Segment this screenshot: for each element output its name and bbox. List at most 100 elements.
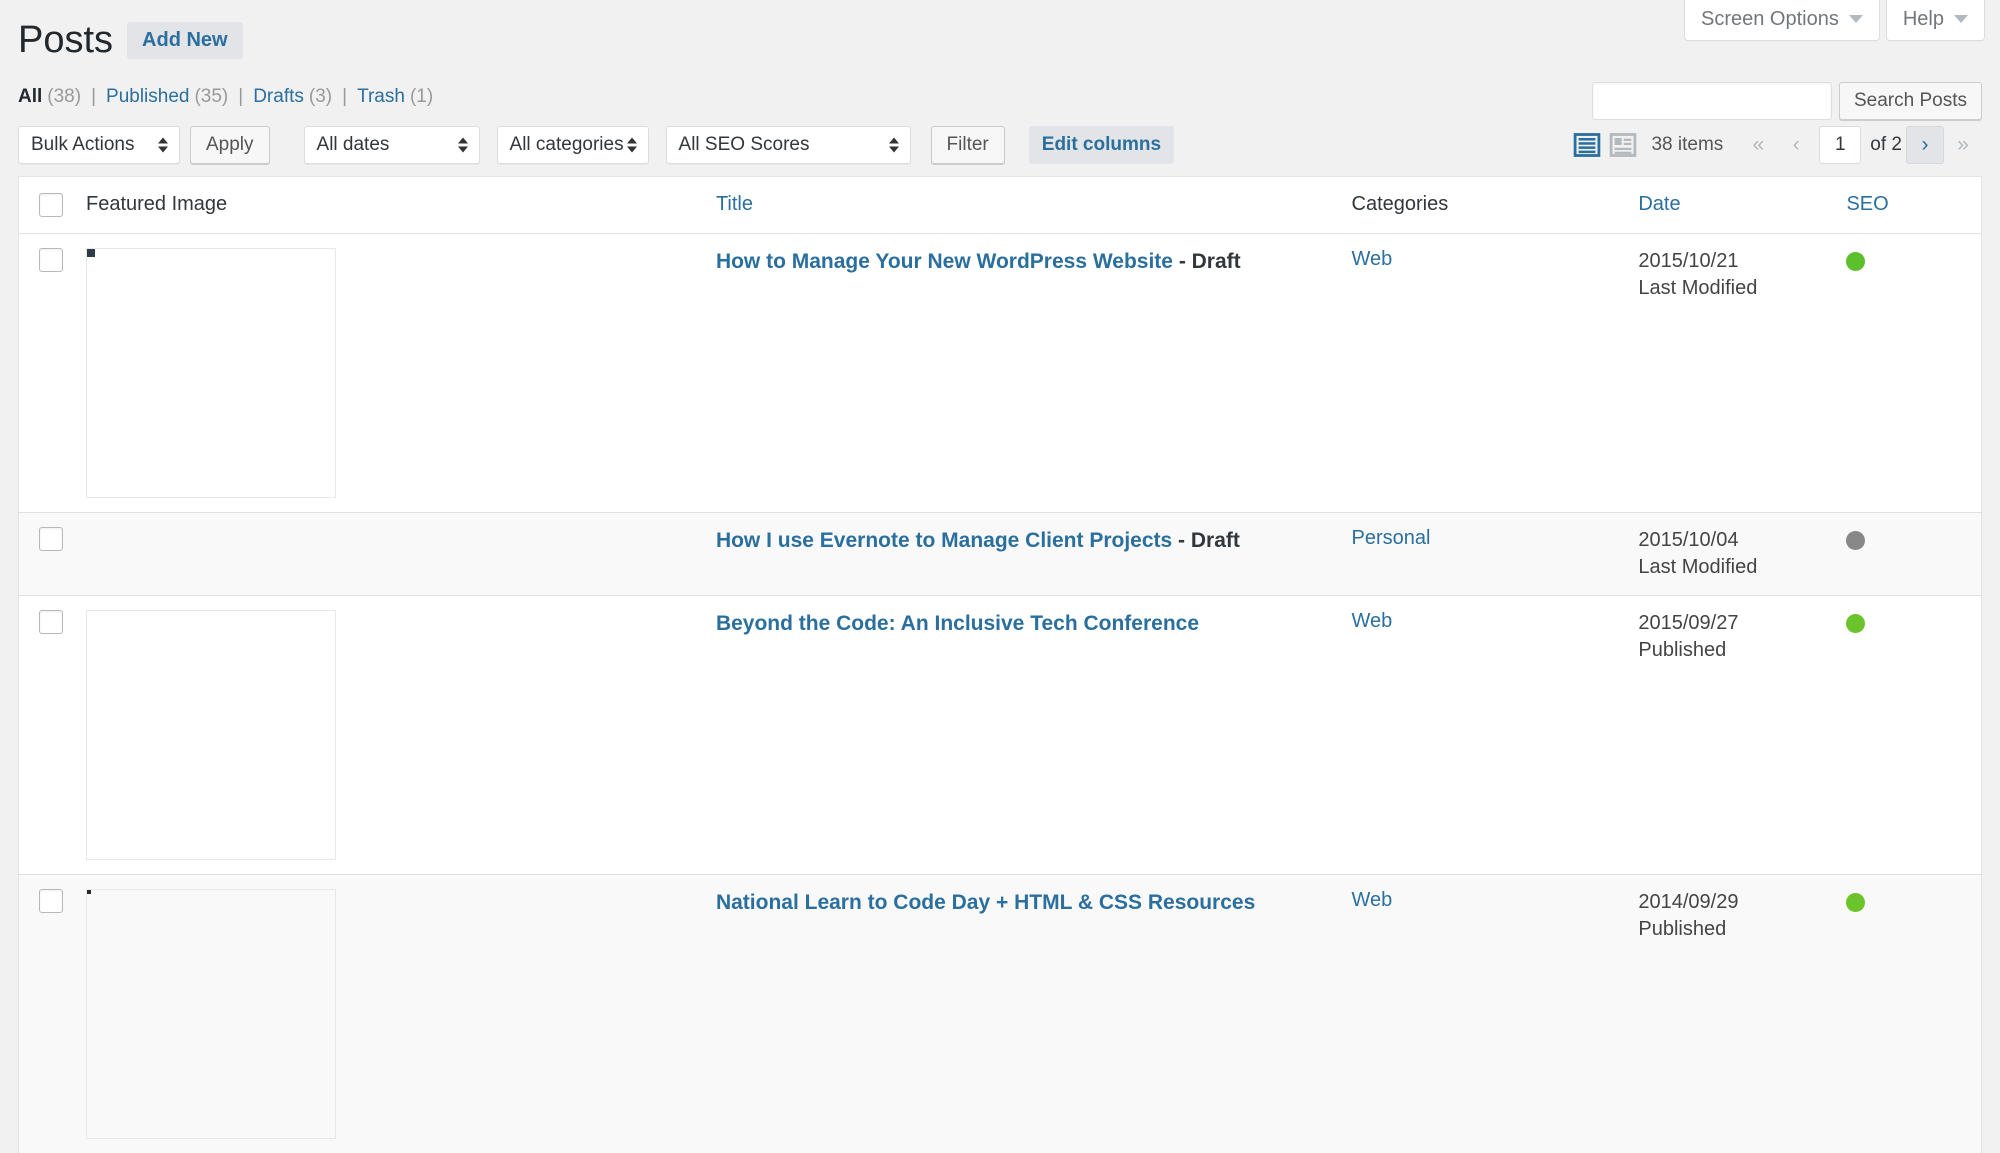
column-categories: Categories [1351, 176, 1639, 234]
date-filter-select[interactable]: All dates [303, 125, 480, 164]
post-status-suffix: - Draft [1172, 249, 1241, 273]
category-filter-value: All categories [509, 133, 624, 155]
filter-button[interactable]: Filter [930, 125, 1005, 164]
table-header-row: Featured Image Title Categories Date SEO [18, 176, 1982, 234]
row-checkbox[interactable] [39, 247, 63, 272]
seo-status-badge[interactable] [1846, 530, 1866, 550]
screen-meta-links: Screen Options Help [1684, 0, 1985, 41]
row-seo-cell [1846, 873, 1982, 1153]
add-new-button[interactable]: Add New [127, 22, 243, 60]
row-featured-image-cell [85, 511, 716, 596]
first-page-button: « [1752, 132, 1765, 156]
paging-input: of 2 [1819, 125, 1902, 164]
status-filter-drafts-label[interactable]: Drafts [253, 86, 304, 107]
table-body: How to Manage Your New WordPress Website… [18, 233, 1982, 1153]
post-date-status: Published [1638, 638, 1727, 661]
search-box: Search Posts [1592, 82, 1982, 120]
row-date-cell: 2015/09/27 Published [1638, 594, 1847, 875]
row-categories-cell: Web [1351, 594, 1639, 875]
row-checkbox[interactable] [39, 888, 63, 913]
select-arrows-icon [888, 137, 899, 153]
seo-status-badge[interactable] [1846, 613, 1866, 633]
post-date-status: Last Modified [1638, 276, 1758, 299]
seo-score-filter-value: All SEO Scores [678, 133, 810, 155]
select-all-checkbox[interactable] [39, 192, 63, 217]
bulk-actions-select[interactable]: Bulk Actions [18, 125, 180, 164]
canal-locks-landscape-thumbnail[interactable] [85, 609, 336, 860]
current-page-input[interactable] [1819, 125, 1862, 164]
sort-by-title-link[interactable]: Title [716, 193, 753, 215]
row-select-cell [19, 233, 86, 512]
sort-by-date-link[interactable]: Date [1638, 193, 1680, 215]
row-categories-cell: Personal [1351, 511, 1639, 596]
row-select-cell [18, 511, 86, 596]
row-checkbox[interactable] [39, 526, 63, 551]
row-title-cell: How I use Evernote to Manage Client Proj… [715, 511, 1352, 596]
post-date: 2014/09/29 [1638, 890, 1739, 913]
sort-by-seo-link[interactable]: SEO [1846, 193, 1888, 215]
select-arrows-icon [626, 137, 637, 153]
row-checkbox[interactable] [39, 609, 63, 634]
status-filter-published[interactable]: Published (35) [106, 86, 228, 108]
post-title-link[interactable]: How I use Evernote to Manage Client Proj… [716, 529, 1172, 552]
category-link[interactable]: Web [1352, 248, 1393, 270]
row-title-cell: How to Manage Your New WordPress Website… [716, 233, 1352, 512]
status-filter-all[interactable]: All (38) [18, 86, 81, 108]
category-link[interactable]: Web [1352, 610, 1393, 632]
row-featured-image-cell [85, 873, 716, 1153]
help-label: Help [1902, 8, 1944, 30]
row-seo-cell [1846, 594, 1982, 875]
list-view-icon[interactable] [1573, 131, 1601, 159]
help-button[interactable]: Help [1885, 0, 1985, 41]
status-filter-published-label[interactable]: Published [106, 86, 189, 107]
category-link[interactable]: Web [1352, 889, 1393, 911]
category-link[interactable]: Personal [1352, 527, 1431, 549]
separator: | [91, 85, 97, 107]
date-filter-value: All dates [316, 133, 390, 155]
apply-button[interactable]: Apply [190, 125, 270, 164]
post-title-link[interactable]: How to Manage Your New WordPress Website [716, 250, 1173, 273]
column-featured-image: Featured Image [85, 176, 716, 234]
status-filter-trash-label[interactable]: Trash [357, 86, 405, 107]
building-facade-windows-thumbnail[interactable] [85, 247, 336, 498]
category-filter-select[interactable]: All categories [496, 125, 649, 164]
row-date-cell: 2014/09/29 Published [1638, 873, 1847, 1153]
posts-table: Featured Image Title Categories Date SEO [18, 175, 1982, 1153]
status-filter-drafts[interactable]: Drafts (3) [253, 86, 332, 108]
select-arrows-icon [158, 137, 168, 153]
seo-score-filter-select[interactable]: All SEO Scores [665, 125, 911, 164]
row-seo-cell [1846, 511, 1982, 596]
row-categories-cell: Web [1352, 233, 1639, 512]
seo-status-badge[interactable] [1846, 892, 1866, 912]
edit-columns-button[interactable]: Edit columns [1028, 125, 1175, 164]
select-arrows-icon [457, 137, 468, 153]
next-page-button[interactable]: › [1906, 125, 1944, 164]
post-date-status: Last Modified [1638, 555, 1758, 578]
row-title-cell: National Learn to Code Day + HTML & CSS … [715, 873, 1352, 1153]
post-date: 2015/09/27 [1638, 611, 1739, 634]
row-featured-image-cell [85, 594, 716, 875]
status-filter-drafts-count: (3) [308, 85, 333, 107]
search-posts-button[interactable]: Search Posts [1839, 82, 1982, 120]
status-filter-trash-count: (1) [409, 85, 434, 107]
screen-options-button[interactable]: Screen Options [1684, 0, 1880, 41]
row-title-cell: Beyond the Code: An Inclusive Tech Confe… [715, 594, 1352, 875]
post-title-link[interactable]: Beyond the Code: An Inclusive Tech Confe… [716, 612, 1199, 635]
post-date: 2015/10/21 [1638, 249, 1739, 272]
view-and-pagination: 38 items « ‹ of 2 › » [1573, 125, 1982, 164]
column-seo: SEO [1846, 176, 1982, 234]
excerpt-view-icon[interactable] [1609, 131, 1637, 159]
search-input[interactable] [1592, 82, 1832, 120]
select-all-header [18, 176, 86, 234]
row-select-cell [18, 594, 86, 875]
chevron-down-icon [1848, 15, 1863, 23]
table-row: How I use Evernote to Manage Client Proj… [18, 511, 1982, 596]
status-filter-all-label[interactable]: All [18, 86, 42, 107]
column-title: Title [715, 176, 1352, 234]
row-featured-image-cell [85, 233, 716, 512]
status-filter-trash[interactable]: Trash (1) [357, 86, 433, 108]
seo-status-badge[interactable] [1846, 251, 1866, 271]
coding-workshop-laptops-thumbnail[interactable] [85, 888, 336, 1139]
post-title-link[interactable]: National Learn to Code Day + HTML & CSS … [716, 891, 1255, 914]
prev-page-button: ‹ [1792, 132, 1800, 156]
